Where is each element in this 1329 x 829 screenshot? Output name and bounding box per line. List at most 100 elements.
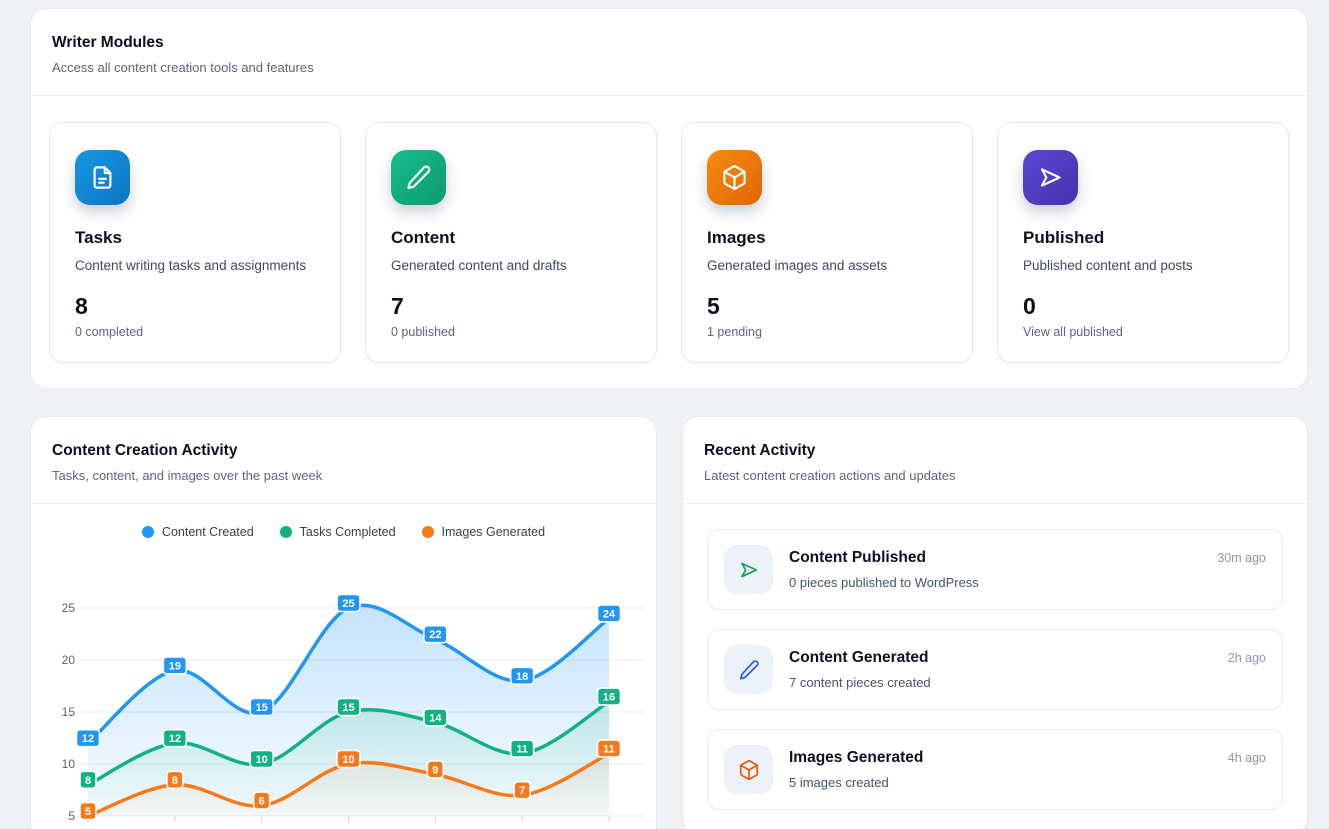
legend-item-content-created[interactable]: Content Created xyxy=(142,525,254,539)
module-count: 5 xyxy=(707,293,947,320)
svg-text:25: 25 xyxy=(342,598,354,610)
module-description: Published content and posts xyxy=(1023,258,1263,273)
svg-text:20: 20 xyxy=(62,653,76,667)
legend-item-images-generated[interactable]: Images Generated xyxy=(422,525,546,539)
module-caption: View all published xyxy=(1023,325,1263,339)
module-card-images[interactable]: Images Generated images and assets 5 1 p… xyxy=(681,122,973,363)
bottom-row: Content Creation Activity Tasks, content… xyxy=(30,416,1308,829)
cube-icon xyxy=(721,164,748,191)
legend-dot-icon xyxy=(422,526,434,538)
module-card-tasks[interactable]: Tasks Content writing tasks and assignme… xyxy=(49,122,341,363)
published-tile xyxy=(1023,150,1078,205)
svg-text:16: 16 xyxy=(603,692,615,704)
activity-item-description: 5 images created xyxy=(789,775,1266,790)
tasks-tile xyxy=(75,150,130,205)
svg-text:6: 6 xyxy=(259,796,265,808)
recent-header: Recent Activity Latest content creation … xyxy=(683,417,1307,503)
activity-item-description: 7 content pieces created xyxy=(789,675,1266,690)
svg-text:10: 10 xyxy=(62,757,76,771)
svg-text:15: 15 xyxy=(342,702,354,714)
activity-icon-tile xyxy=(724,645,773,694)
legend-label: Tasks Completed xyxy=(300,525,396,539)
svg-text:8: 8 xyxy=(85,775,91,787)
activity-icon-tile xyxy=(724,545,773,594)
activity-item-description: 0 pieces published to WordPress xyxy=(789,575,1266,590)
activity-item-time: 4h ago xyxy=(1228,751,1266,765)
module-caption: 0 completed xyxy=(75,325,315,339)
cube-icon xyxy=(738,759,760,781)
svg-text:25: 25 xyxy=(62,601,76,615)
svg-text:18: 18 xyxy=(516,671,528,683)
legend-dot-icon xyxy=(280,526,292,538)
activity-item-title: Content Generated xyxy=(789,649,929,667)
activity-list: Content Published 30m ago 0 pieces publi… xyxy=(683,504,1307,829)
svg-text:19: 19 xyxy=(169,660,181,672)
recent-subtitle: Latest content creation actions and upda… xyxy=(704,468,1286,483)
page-title: Writer Modules xyxy=(52,34,1286,52)
svg-text:12: 12 xyxy=(82,733,94,745)
chart-header: Content Creation Activity Tasks, content… xyxy=(31,417,656,503)
module-title: Content xyxy=(391,228,631,248)
svg-text:22: 22 xyxy=(429,629,441,641)
module-count: 8 xyxy=(75,293,315,320)
file-icon xyxy=(89,164,116,191)
images-tile xyxy=(707,150,762,205)
send-icon xyxy=(738,559,760,581)
svg-text:11: 11 xyxy=(516,744,528,756)
send-icon xyxy=(1037,164,1064,191)
legend-label: Content Created xyxy=(162,525,254,539)
activity-item-title: Content Published xyxy=(789,549,926,567)
svg-text:10: 10 xyxy=(256,754,268,766)
module-card-content[interactable]: Content Generated content and drafts 7 0… xyxy=(365,122,657,363)
recent-activity-card: Recent Activity Latest content creation … xyxy=(682,416,1308,829)
module-description: Generated images and assets xyxy=(707,258,947,273)
module-card-published[interactable]: Published Published content and posts 0 … xyxy=(997,122,1289,363)
activity-item-time: 30m ago xyxy=(1217,551,1266,565)
module-count: 7 xyxy=(391,293,631,320)
module-title: Tasks xyxy=(75,228,315,248)
legend-label: Images Generated xyxy=(442,525,546,539)
recent-title: Recent Activity xyxy=(704,442,1286,460)
legend-item-tasks-completed[interactable]: Tasks Completed xyxy=(280,525,396,539)
activity-item-body: Images Generated 4h ago 5 images created xyxy=(789,749,1266,790)
svg-text:11: 11 xyxy=(603,744,615,756)
page-subtitle: Access all content creation tools and fe… xyxy=(52,60,1286,75)
chart-subtitle: Tasks, content, and images over the past… xyxy=(52,468,635,483)
module-title: Images xyxy=(707,228,947,248)
svg-text:15: 15 xyxy=(256,702,268,714)
chart-legend: Content Created Tasks Completed Images G… xyxy=(31,525,656,539)
dashboard: { "header": { "title": "Writer Modules",… xyxy=(0,0,1329,829)
module-caption: 1 pending xyxy=(707,325,947,339)
pencil-icon xyxy=(738,659,760,681)
chart-divider xyxy=(31,503,656,504)
chart-title: Content Creation Activity xyxy=(52,442,635,460)
writer-modules-header: Writer Modules Access all content creati… xyxy=(31,9,1307,95)
activity-icon-tile xyxy=(724,745,773,794)
module-description: Content writing tasks and assignments xyxy=(75,258,315,273)
module-title: Published xyxy=(1023,228,1263,248)
content-activity-card: Content Creation Activity Tasks, content… xyxy=(30,416,657,829)
svg-text:9: 9 xyxy=(432,764,438,776)
svg-text:7: 7 xyxy=(519,785,525,797)
module-count: 0 xyxy=(1023,293,1263,320)
activity-item-content-generated[interactable]: Content Generated 2h ago 7 content piece… xyxy=(707,629,1283,710)
activity-item-body: Content Generated 2h ago 7 content piece… xyxy=(789,649,1266,690)
svg-text:12: 12 xyxy=(169,733,181,745)
svg-text:10: 10 xyxy=(342,754,354,766)
activity-item-images-generated[interactable]: Images Generated 4h ago 5 images created xyxy=(707,729,1283,810)
activity-item-content-published[interactable]: Content Published 30m ago 0 pieces publi… xyxy=(707,529,1283,610)
svg-text:24: 24 xyxy=(603,608,616,620)
svg-text:5: 5 xyxy=(85,806,91,818)
chart-area: 510152025MonTueWedThuFriSatSun1219152522… xyxy=(31,543,656,829)
modules-grid: Tasks Content writing tasks and assignme… xyxy=(31,96,1307,388)
svg-text:14: 14 xyxy=(429,712,442,724)
svg-text:15: 15 xyxy=(62,705,76,719)
svg-text:5: 5 xyxy=(68,809,75,823)
activity-item-body: Content Published 30m ago 0 pieces publi… xyxy=(789,549,1266,590)
svg-text:8: 8 xyxy=(172,775,178,787)
activity-item-time: 2h ago xyxy=(1228,651,1266,665)
module-caption: 0 published xyxy=(391,325,631,339)
activity-item-title: Images Generated xyxy=(789,749,923,767)
content-tile xyxy=(391,150,446,205)
writer-modules-card: Writer Modules Access all content creati… xyxy=(30,8,1308,389)
